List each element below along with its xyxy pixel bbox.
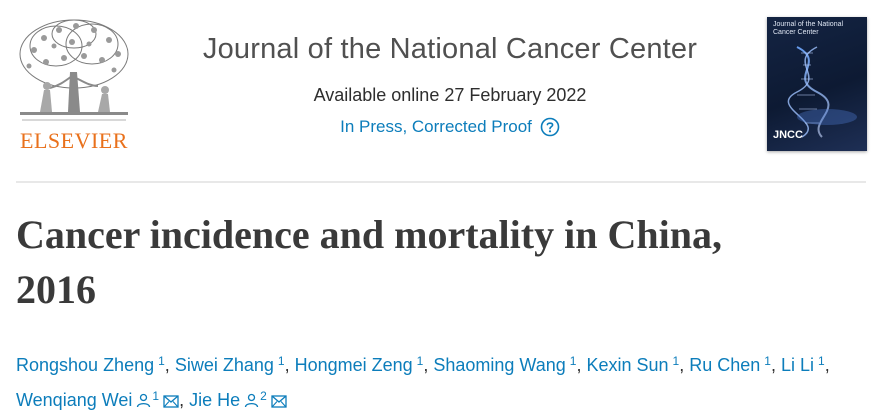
- author-link[interactable]: Wenqiang Wei 1: [16, 389, 179, 410]
- author-link[interactable]: Shaoming Wang 1: [433, 354, 576, 375]
- author-link[interactable]: Li Li 1: [781, 354, 825, 375]
- author-link[interactable]: Siwei Zhang 1: [175, 354, 285, 375]
- author-link[interactable]: Jie He 2: [189, 389, 287, 410]
- author-link[interactable]: Hongmei Zeng 1: [295, 354, 424, 375]
- journal-title[interactable]: Journal of the National Cancer Center: [150, 33, 750, 66]
- cover-abbrev: JNCC: [773, 129, 803, 141]
- elsevier-logo[interactable]: ELSEVIER: [14, 16, 134, 156]
- in-press-link[interactable]: In Press, Corrected Proof: [340, 117, 532, 137]
- article-title-line2: 2016: [16, 267, 96, 312]
- author-link[interactable]: Ru Chen 1: [689, 354, 771, 375]
- person-icon: [136, 387, 151, 418]
- mail-icon[interactable]: [271, 387, 287, 418]
- available-online-date: Available online 27 February 2022: [313, 85, 587, 105]
- author-link[interactable]: Rongshou Zheng 1: [16, 354, 165, 375]
- mail-icon[interactable]: [163, 387, 179, 418]
- article-title: Cancer incidence and mortality in China,…: [16, 207, 876, 317]
- header-divider: [16, 181, 866, 183]
- elsevier-tree-icon: [19, 19, 129, 121]
- elsevier-wordmark: ELSEVIER: [20, 128, 128, 153]
- help-circle-icon[interactable]: [540, 117, 560, 137]
- journal-cover-image[interactable]: Journal of the National Cancer Center JN…: [767, 17, 867, 151]
- article-status-row: In Press, Corrected Proof: [150, 117, 750, 137]
- author-link[interactable]: Kexin Sun 1: [586, 354, 679, 375]
- author-list: Rongshou Zheng 1, Siwei Zhang 1, Hongmei Z…: [16, 346, 876, 418]
- article-title-line1: Cancer incidence and mortality in China,: [16, 212, 722, 257]
- person-icon: [244, 387, 259, 418]
- article-header: ELSEVIER Journal of the National Cancer …: [0, 0, 889, 182]
